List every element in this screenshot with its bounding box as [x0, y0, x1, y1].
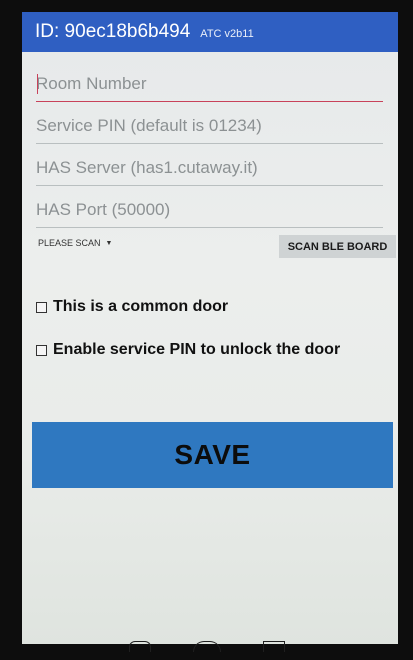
common-door-label: This is a common door	[53, 298, 229, 315]
service-pin-field[interactable]	[36, 108, 383, 144]
app-screen: ID: 90ec18b6b494 ATC v2b11 PLEASE SCAN ▼…	[22, 12, 398, 644]
room-number-field[interactable]	[36, 66, 383, 102]
service-pin-unlock-label: Enable service PIN to unlock the door	[53, 341, 341, 358]
system-nav-bar	[0, 632, 413, 660]
title-bar: ID: 90ec18b6b494 ATC v2b11	[22, 12, 398, 52]
phone-frame: ID: 90ec18b6b494 ATC v2b11 PLEASE SCAN ▼…	[0, 0, 413, 660]
chevron-down-icon: ▼	[105, 239, 113, 247]
checkbox-icon[interactable]	[36, 301, 47, 313]
back-icon[interactable]	[128, 640, 151, 652]
home-icon[interactable]	[192, 640, 221, 652]
board-spinner-value: PLEASE SCAN	[38, 238, 101, 248]
device-id-title: ID: 90ec18b6b494	[35, 21, 191, 42]
recent-apps-icon[interactable]	[262, 640, 285, 652]
has-server-input[interactable]	[36, 150, 383, 185]
has-port-input[interactable]	[36, 192, 383, 227]
board-spinner[interactable]: PLEASE SCAN ▼	[38, 238, 112, 248]
scan-ble-board-button[interactable]: SCAN BLE BOARD	[279, 235, 396, 258]
has-server-field[interactable]	[36, 150, 383, 186]
service-pin-unlock-checkbox-row[interactable]: Enable service PIN to unlock the door	[36, 341, 340, 359]
has-port-field[interactable]	[36, 192, 383, 228]
app-version: ATC v2b11	[200, 27, 254, 40]
common-door-checkbox-row[interactable]: This is a common door	[36, 298, 228, 316]
room-number-input[interactable]	[36, 66, 383, 101]
text-cursor	[37, 74, 38, 94]
save-button[interactable]: SAVE	[32, 422, 393, 488]
checkbox-icon[interactable]	[36, 344, 47, 356]
service-pin-input[interactable]	[36, 108, 383, 143]
